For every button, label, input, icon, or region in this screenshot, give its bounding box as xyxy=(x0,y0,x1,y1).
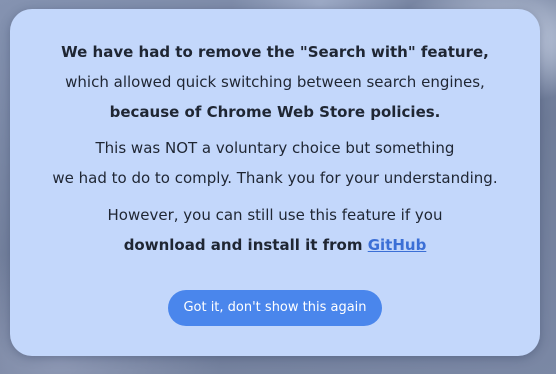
feature-removed-paragraph: We have had to remove the "Search with" … xyxy=(10,37,540,127)
thank-you-line: we had to do to comply. Thank you for yo… xyxy=(52,169,498,187)
dismiss-button[interactable]: Got it, don't show this again xyxy=(168,290,382,326)
still-use-line: However, you can still use this feature … xyxy=(107,206,443,224)
feature-removed-line: We have had to remove the "Search with" … xyxy=(61,43,489,61)
not-voluntary-paragraph: This was NOT a voluntary choice but some… xyxy=(10,133,540,193)
feature-description-line: which allowed quick switching between se… xyxy=(65,73,485,91)
policy-reason-line: because of Chrome Web Store policies. xyxy=(109,103,441,121)
github-alternative-paragraph: However, you can still use this feature … xyxy=(10,200,540,260)
not-voluntary-line: This was NOT a voluntary choice but some… xyxy=(95,139,455,157)
download-text: download and install it from xyxy=(123,236,368,254)
policy-notice-dialog: We have had to remove the "Search with" … xyxy=(10,9,540,356)
download-line: download and install it from GitHub xyxy=(10,230,540,260)
github-link[interactable]: GitHub xyxy=(368,236,427,254)
